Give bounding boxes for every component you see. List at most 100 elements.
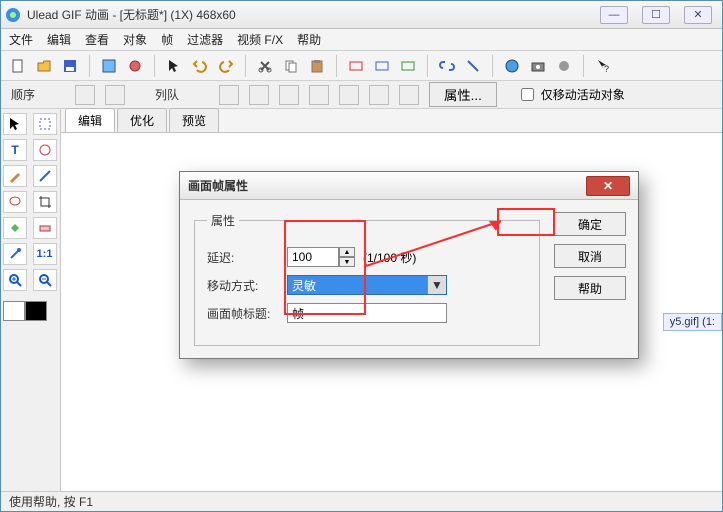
delay-unit: (1/100 秒) — [363, 249, 416, 266]
file-chip[interactable]: y5.gif] (1: — [663, 313, 722, 331]
new-icon[interactable] — [7, 55, 29, 77]
tab-edit[interactable]: 编辑 — [65, 108, 115, 132]
dialog-close-button[interactable]: ✕ — [586, 176, 630, 196]
cancel-button[interactable]: 取消 — [554, 244, 626, 268]
move-active-checkbox[interactable] — [521, 88, 534, 101]
foreground-swatch[interactable] — [3, 301, 25, 321]
align1-icon[interactable] — [219, 85, 239, 105]
main-window: Ulead GIF 动画 - [无标题*] (1X) 468x60 — ☐ ✕ … — [0, 0, 723, 512]
frames3-icon[interactable] — [397, 55, 419, 77]
separator — [245, 55, 246, 77]
eraser-tool-icon[interactable] — [33, 217, 57, 239]
order-up-icon[interactable] — [75, 85, 95, 105]
spin-down-icon[interactable]: ▼ — [339, 257, 355, 267]
move-active-checkbox-wrap[interactable]: 仅移动活动对象 — [517, 85, 625, 104]
menu-help[interactable]: 帮助 — [297, 31, 321, 48]
globe-icon[interactable] — [501, 55, 523, 77]
align7-icon[interactable] — [399, 85, 419, 105]
frames1-icon[interactable] — [345, 55, 367, 77]
wizard-icon[interactable] — [98, 55, 120, 77]
separator — [89, 55, 90, 77]
minimize-button[interactable]: — — [600, 6, 628, 24]
text-tool-icon[interactable]: T — [3, 139, 27, 161]
cut-icon[interactable] — [254, 55, 276, 77]
window-title: Ulead GIF 动画 - [无标题*] (1X) 468x60 — [27, 6, 600, 23]
window-controls: — ☐ ✕ — [600, 6, 712, 24]
svg-text:?: ? — [604, 64, 609, 74]
delay-label: 延迟: — [207, 249, 279, 266]
menu-view[interactable]: 查看 — [85, 31, 109, 48]
toolbox: T 1:1 — [1, 109, 61, 491]
zoomin-tool-icon[interactable] — [3, 269, 27, 291]
movemode-combo[interactable]: 灵敏 — [287, 275, 447, 295]
maximize-button[interactable]: ☐ — [642, 6, 670, 24]
menubar: 文件 编辑 查看 对象 帧 过滤器 视频 F/X 帮助 — [1, 29, 722, 51]
movemode-label: 移动方式: — [207, 277, 279, 294]
help-button[interactable]: 帮助 — [554, 276, 626, 300]
brush-tool-icon[interactable] — [3, 165, 27, 187]
align3-icon[interactable] — [279, 85, 299, 105]
properties-fieldset: 属性 延迟: ▲ ▼ (1/100 秒) 移动方式: 灵敏 — [194, 212, 540, 346]
redo-icon[interactable] — [215, 55, 237, 77]
titlebar: Ulead GIF 动画 - [无标题*] (1X) 468x60 — ☐ ✕ — [1, 1, 722, 29]
tab-preview[interactable]: 预览 — [169, 108, 219, 132]
order-down-icon[interactable] — [105, 85, 125, 105]
line-tool-icon[interactable] — [33, 165, 57, 187]
undo-icon[interactable] — [189, 55, 211, 77]
sequence-bar: 顺序 列队 属性... 仅移动活动对象 — [1, 81, 722, 109]
contexthelp-icon[interactable]: ? — [592, 55, 614, 77]
menu-filter[interactable]: 过滤器 — [187, 31, 223, 48]
ok-button[interactable]: 确定 — [554, 212, 626, 236]
copy-icon[interactable] — [280, 55, 302, 77]
actual-size-tool-icon[interactable]: 1:1 — [33, 243, 57, 265]
main-toolbar: ? — [1, 51, 722, 81]
delay-input[interactable] — [287, 247, 339, 267]
menu-file[interactable]: 文件 — [9, 31, 33, 48]
zoomout-tool-icon[interactable] — [33, 269, 57, 291]
settings-icon[interactable] — [124, 55, 146, 77]
menu-edit[interactable]: 编辑 — [47, 31, 71, 48]
separator — [583, 55, 584, 77]
fill-tool-icon[interactable] — [3, 217, 27, 239]
paste-icon[interactable] — [306, 55, 328, 77]
camera-icon[interactable] — [527, 55, 549, 77]
background-swatch[interactable] — [25, 301, 47, 321]
link-icon[interactable] — [436, 55, 458, 77]
frametitle-input[interactable] — [287, 303, 447, 323]
open-icon[interactable] — [33, 55, 55, 77]
move-tool-icon[interactable] — [33, 113, 57, 135]
close-button[interactable]: ✕ — [684, 6, 712, 24]
unlink-icon[interactable] — [462, 55, 484, 77]
tab-strip: 编辑 优化 预览 — [61, 109, 722, 133]
menu-frame[interactable]: 帧 — [161, 31, 173, 48]
align6-icon[interactable] — [369, 85, 389, 105]
dialog-title: 画面帧属性 — [188, 177, 248, 194]
color-swatches — [3, 301, 58, 321]
menu-videofx[interactable]: 视频 F/X — [237, 31, 283, 48]
separator — [492, 55, 493, 77]
record-icon[interactable] — [553, 55, 575, 77]
app-icon — [5, 7, 21, 23]
align4-icon[interactable] — [309, 85, 329, 105]
tab-optimize[interactable]: 优化 — [117, 108, 167, 132]
move-active-label: 仅移动活动对象 — [541, 86, 625, 103]
spin-up-icon[interactable]: ▲ — [339, 247, 355, 257]
crop-tool-icon[interactable] — [33, 191, 57, 213]
separator — [154, 55, 155, 77]
movemode-value: 灵敏 — [292, 277, 316, 294]
dialog-body: 属性 延迟: ▲ ▼ (1/100 秒) 移动方式: 灵敏 — [180, 200, 638, 358]
menu-object[interactable]: 对象 — [123, 31, 147, 48]
eyedropper-tool-icon[interactable] — [3, 243, 27, 265]
properties-button[interactable]: 属性... — [429, 82, 497, 107]
frame-properties-dialog: 画面帧属性 ✕ 属性 延迟: ▲ ▼ (1/100 秒) — [179, 171, 639, 359]
order-label: 顺序 — [11, 86, 35, 103]
arrow-tool-icon[interactable] — [3, 113, 27, 135]
align5-icon[interactable] — [339, 85, 359, 105]
shape-tool-icon[interactable] — [33, 139, 57, 161]
frametitle-label: 画面帧标题: — [207, 305, 279, 322]
pointer-icon[interactable] — [163, 55, 185, 77]
frames2-icon[interactable] — [371, 55, 393, 77]
save-icon[interactable] — [59, 55, 81, 77]
align2-icon[interactable] — [249, 85, 269, 105]
lasso-tool-icon[interactable] — [3, 191, 27, 213]
